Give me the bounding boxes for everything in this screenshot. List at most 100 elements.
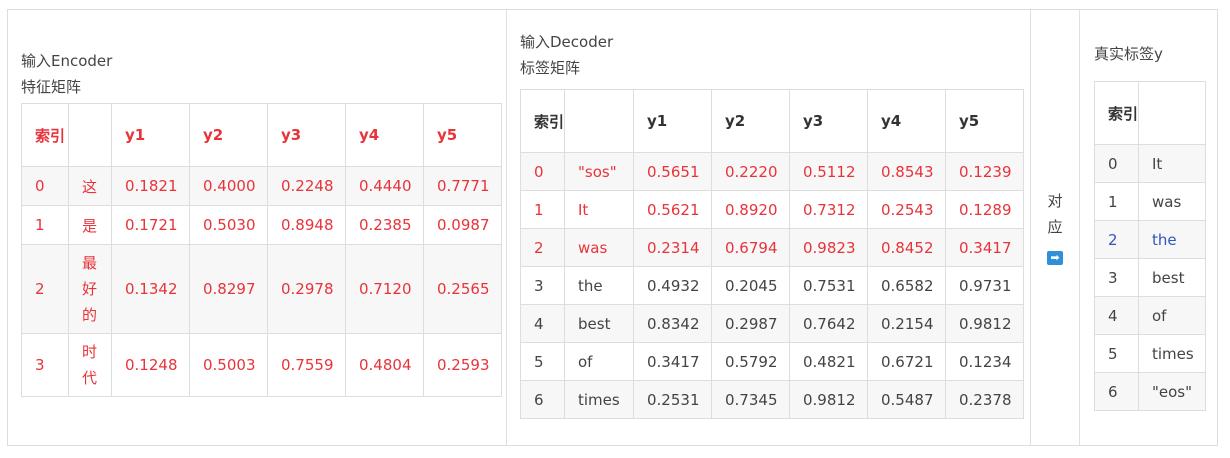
table-row: 5 of 0.3417 0.5792 0.4821 0.6721 0.1234 (520, 342, 1024, 381)
table-row: 6 times 0.2531 0.7345 0.9812 0.5487 0.23… (520, 380, 1024, 419)
correspondence-label: 应 (1047, 218, 1063, 236)
table-cell: 0.2045 (711, 266, 790, 305)
table-cell: 2 (1094, 220, 1139, 259)
labels-caption-title: 真实标签y (1094, 45, 1163, 63)
table-cell: times (564, 380, 634, 419)
table-cell: 0.4804 (345, 333, 424, 397)
table-cell: 0.7771 (423, 166, 502, 206)
table-cell: 0.2531 (633, 380, 712, 419)
header-cell: y5 (945, 89, 1024, 153)
table-cell: 1 (21, 205, 69, 245)
table-cell: 0.4000 (189, 166, 268, 206)
header-cell: y2 (189, 103, 268, 167)
table-header-row: 索引 (1094, 81, 1206, 145)
table-cell: best (564, 304, 634, 343)
table-cell: "eos" (1138, 372, 1206, 411)
labels-table: 索引 0 It 1 was 2 the 3 best 4 of 5 times … (1094, 81, 1206, 411)
table-row: 2 最好的 0.1342 0.8297 0.2978 0.7120 0.2565 (21, 244, 502, 334)
table-cell: 0.7531 (789, 266, 868, 305)
table-cell: 0.6582 (867, 266, 946, 305)
encoder-caption-title: 输入Encoder (21, 52, 113, 70)
header-cell (1138, 81, 1206, 145)
table-cell: 0.4440 (345, 166, 424, 206)
table-cell: 这 (68, 166, 112, 206)
table-row: 0 It (1094, 144, 1206, 183)
table-cell: 0.2248 (267, 166, 346, 206)
table-cell: 0.9823 (789, 228, 868, 267)
table-row: 0 "sos" 0.5651 0.2220 0.5112 0.8543 0.12… (520, 152, 1024, 191)
table-cell: of (1138, 296, 1206, 335)
table-cell: 0.5030 (189, 205, 268, 245)
header-cell: y2 (711, 89, 790, 153)
divider (506, 10, 507, 445)
table-cell: "sos" (564, 152, 634, 191)
correspondence-label: 对 (1047, 192, 1063, 210)
table-cell: the (564, 266, 634, 305)
right-arrow-icon: ➡ (1047, 251, 1063, 265)
table-row: 4 best 0.8342 0.2987 0.7642 0.2154 0.981… (520, 304, 1024, 343)
table-cell: 0 (520, 152, 565, 191)
table-row: 1 was (1094, 182, 1206, 221)
table-cell: 5 (1094, 334, 1139, 373)
table-cell: 6 (1094, 372, 1139, 411)
table-cell: 最好的 (68, 244, 112, 334)
table-row: 3 时代 0.1248 0.5003 0.7559 0.4804 0.2593 (21, 333, 502, 397)
table-cell: 0.1342 (111, 244, 190, 334)
table-cell: 4 (1094, 296, 1139, 335)
correspondence-column: 对 应 ➡ (1031, 188, 1079, 265)
table-cell: 0.8342 (633, 304, 712, 343)
table-cell: 5 (520, 342, 565, 381)
table-cell: 0 (21, 166, 69, 206)
table-cell: 0.4821 (789, 342, 868, 381)
table-cell: 1 (520, 190, 565, 229)
table-cell: 0.2978 (267, 244, 346, 334)
table-cell: 0 (1094, 144, 1139, 183)
table-row: 1 是 0.1721 0.5030 0.8948 0.2385 0.0987 (21, 205, 502, 245)
table-row: 2 the (1094, 220, 1206, 259)
table-cell: 0.5112 (789, 152, 868, 191)
decoder-caption-title: 输入Decoder (520, 33, 614, 51)
table-cell: was (1138, 182, 1206, 221)
encoder-panel: 输入Encoder 特征矩阵 索引 y1 y2 y3 y4 y5 0 这 0.1… (21, 48, 502, 397)
table-header-row: 索引 y1 y2 y3 y4 y5 (21, 103, 502, 167)
table-cell: 0.7312 (789, 190, 868, 229)
table-row: 5 times (1094, 334, 1206, 373)
table-cell: 0.9731 (945, 266, 1024, 305)
table-cell: was (564, 228, 634, 267)
divider (1079, 10, 1080, 445)
table-cell: 0.8452 (867, 228, 946, 267)
table-cell: 0.3417 (633, 342, 712, 381)
table-row: 0 这 0.1821 0.4000 0.2248 0.4440 0.7771 (21, 166, 502, 206)
decoder-caption-subtitle: 标签矩阵 (520, 59, 581, 77)
table-cell: 0.2154 (867, 304, 946, 343)
table-cell: 0.2593 (423, 333, 502, 397)
header-cell (564, 89, 634, 153)
header-cell: y4 (345, 103, 424, 167)
table-cell: 0.2385 (345, 205, 424, 245)
table-cell: 0.7642 (789, 304, 868, 343)
table-cell: 0.6721 (867, 342, 946, 381)
table-cell: of (564, 342, 634, 381)
table-cell: 6 (520, 380, 565, 419)
table-cell: 0.1234 (945, 342, 1024, 381)
table-cell: 0.1721 (111, 205, 190, 245)
table-cell: 0.2543 (867, 190, 946, 229)
encoder-caption-subtitle: 特征矩阵 (21, 78, 82, 96)
figure-frame: 输入Encoder 特征矩阵 索引 y1 y2 y3 y4 y5 0 这 0.1… (7, 9, 1218, 446)
header-cell: y1 (111, 103, 190, 167)
table-cell: 是 (68, 205, 112, 245)
header-cell: 索引 (21, 103, 69, 167)
table-cell: 0.1821 (111, 166, 190, 206)
header-cell: y3 (789, 89, 868, 153)
table-cell: 0.2987 (711, 304, 790, 343)
table-cell: 0.1289 (945, 190, 1024, 229)
table-row: 2 was 0.2314 0.6794 0.9823 0.8452 0.3417 (520, 228, 1024, 267)
table-row: 6 "eos" (1094, 372, 1206, 411)
table-cell: 时代 (68, 333, 112, 397)
table-cell: 1 (1094, 182, 1139, 221)
table-cell: 0.6794 (711, 228, 790, 267)
header-cell: y1 (633, 89, 712, 153)
table-cell: 0.2314 (633, 228, 712, 267)
table-cell: 0.9812 (945, 304, 1024, 343)
table-cell: times (1138, 334, 1206, 373)
